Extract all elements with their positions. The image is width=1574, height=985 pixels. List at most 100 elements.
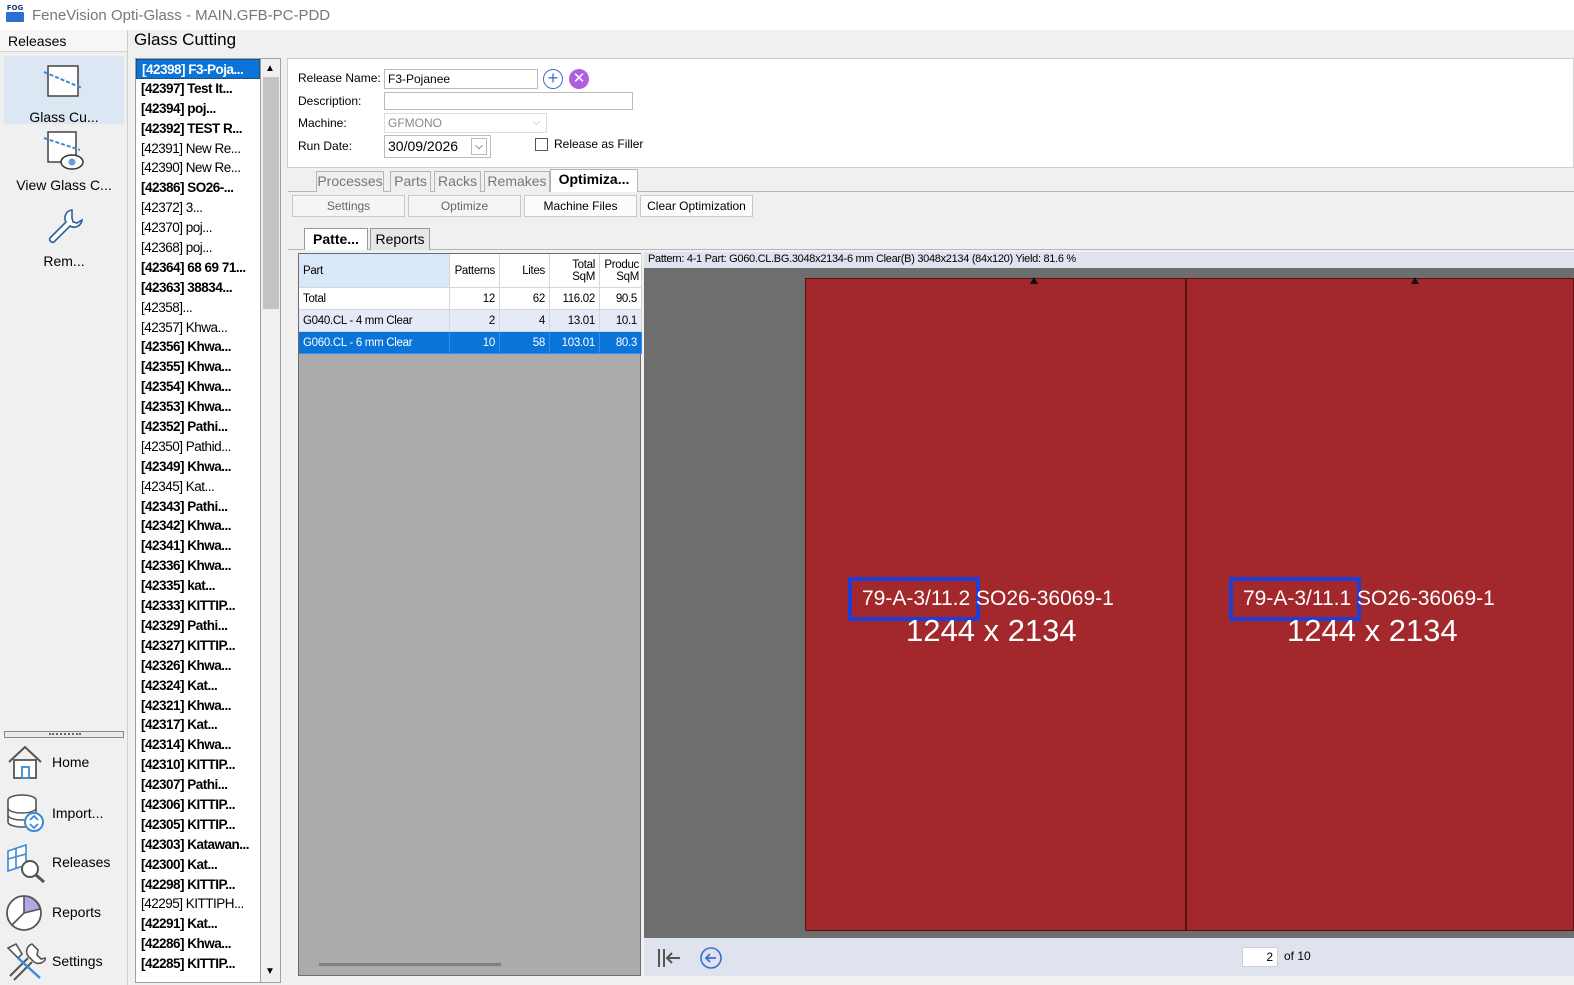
nav-tool-glass-cutting[interactable]: Glass Cu...	[4, 56, 124, 125]
release-list-item[interactable]: [42392] TEST R...	[136, 119, 260, 139]
release-list-item[interactable]: [42291] Kat...	[136, 914, 260, 934]
glass-lite[interactable]: 79-A-3/11.2 SO26-36069-1 1244 x 2134	[805, 277, 1186, 931]
release-list-item[interactable]: [42386] SO26-...	[136, 178, 260, 198]
release-list-item[interactable]: [42355] Khwa...	[136, 357, 260, 377]
nav-button-releases[interactable]: Releases	[0, 838, 128, 886]
release-list-item[interactable]: [42341] Khwa...	[136, 536, 260, 556]
release-list-item[interactable]: [42358]...	[136, 298, 260, 318]
release-list-item[interactable]: [42305] KITTIP...	[136, 815, 260, 835]
release-list-item[interactable]: [42391] New Re...	[136, 139, 260, 159]
machine-select[interactable]: GFMONO ⌵	[384, 113, 547, 133]
grid-horizontal-scrollbar[interactable]	[319, 963, 501, 966]
settings-button[interactable]: Settings	[292, 195, 405, 217]
scroll-up-icon[interactable]: ▲	[264, 63, 276, 75]
glass-lite[interactable]: 79-A-3/11.1 SO26-36069-1 1244 x 2134	[1186, 277, 1574, 931]
release-list-item[interactable]: [42353] Khwa...	[136, 397, 260, 417]
release-list-item[interactable]: [42345] Kat...	[136, 477, 260, 497]
nav-button-reports[interactable]: Reports	[0, 888, 128, 936]
column-header-part[interactable]: Part	[299, 254, 450, 288]
release-list-item[interactable]: [42295] KITTIPH...	[136, 894, 260, 914]
release-list-item[interactable]: [42321] Khwa...	[136, 696, 260, 716]
pattern-preview[interactable]: 79-A-3/11.2 SO26-36069-1 1244 x 2134 79-…	[644, 268, 1574, 938]
nav-tool-view-glass[interactable]: View Glass C...	[4, 126, 124, 194]
release-list-item[interactable]: [42327] KITTIP...	[136, 636, 260, 656]
clear-optimization-button[interactable]: Clear Optimization	[640, 195, 753, 217]
release-list-item[interactable]: [42306] KITTIP...	[136, 795, 260, 815]
release-list-item[interactable]: [42285] KITTIP...	[136, 954, 260, 974]
tab-racks[interactable]: Racks	[434, 171, 481, 192]
release-list-item[interactable]: [42314] Khwa...	[136, 735, 260, 755]
tab-reports[interactable]: Reports	[370, 228, 430, 250]
release-list-item[interactable]: [42349] Khwa...	[136, 457, 260, 477]
scroll-thumb[interactable]	[263, 77, 279, 309]
release-list-item[interactable]: [42310] KITTIP...	[136, 755, 260, 775]
table-row[interactable]: Total 12 62 116.02 90.5	[299, 288, 642, 310]
column-header-patterns[interactable]: Patterns	[450, 254, 500, 288]
release-list[interactable]: [42398] F3-Poja... [42397] Test It... [423…	[135, 58, 261, 983]
release-list-item[interactable]: [42394] poj...	[136, 99, 260, 119]
nav-button-settings[interactable]: Settings	[0, 937, 128, 985]
optimize-button[interactable]: Optimize	[408, 195, 521, 217]
release-list-item[interactable]: [42317] Kat...	[136, 715, 260, 735]
release-list-item[interactable]: [42372] 3...	[136, 198, 260, 218]
release-list-item[interactable]: [42354] Khwa...	[136, 377, 260, 397]
description-input[interactable]	[384, 92, 633, 110]
page-number-input[interactable]: 2	[1242, 947, 1278, 967]
column-header-produced-sqm[interactable]: Produc SqM	[600, 254, 642, 288]
release-list-item[interactable]: [42326] Khwa...	[136, 656, 260, 676]
release-list-item[interactable]: [42356] Khwa...	[136, 337, 260, 357]
release-list-item[interactable]: [42329] Pathi...	[136, 616, 260, 636]
release-list-item[interactable]: [42397] Test It...	[136, 79, 260, 99]
tab-remakes[interactable]: Remakes	[484, 171, 550, 192]
release-list-scrollbar[interactable]: ▲ ▼	[261, 58, 281, 983]
tab-processes[interactable]: Processes	[316, 171, 384, 192]
machine-files-button[interactable]: Machine Files	[524, 195, 637, 217]
release-list-item[interactable]: [42303] Katawan...	[136, 835, 260, 855]
release-list-item[interactable]: [42307] Pathi...	[136, 775, 260, 795]
table-row[interactable]: G040.CL - 4 mm Clear 2 4 13.01 10.1	[299, 310, 642, 332]
previous-page-icon[interactable]	[699, 946, 723, 970]
release-list-item[interactable]: [42298] KITTIP...	[136, 875, 260, 895]
chevron-down-icon[interactable]: ⌵	[471, 138, 487, 155]
window-title: FeneVision Opti-Glass - MAIN.GFB-PC-PDD	[32, 6, 331, 24]
release-list-item[interactable]: [42343] Pathi...	[136, 497, 260, 517]
scroll-down-icon[interactable]: ▼	[264, 966, 276, 978]
release-list-item[interactable]: [42336] Khwa...	[136, 556, 260, 576]
release-as-filler-checkbox[interactable]	[535, 138, 548, 151]
nav-tool-remake[interactable]: Rem...	[4, 202, 124, 270]
table-row[interactable]: G060.CL - 6 mm Clear 10 58 103.01 80.3	[299, 332, 642, 354]
tab-patterns[interactable]: Patte...	[304, 228, 368, 250]
nav-button-import[interactable]: Import...	[0, 789, 128, 837]
column-header-lites[interactable]: Lites	[500, 254, 550, 288]
add-circle-icon[interactable]: +	[543, 69, 563, 89]
nav-button-label: Releases	[52, 854, 111, 870]
release-list-item[interactable]: [42324] Kat...	[136, 676, 260, 696]
run-date-picker[interactable]: 30/09/2026 ⌵	[384, 135, 491, 158]
nav-button-home[interactable]: Home	[0, 738, 128, 786]
release-list-item[interactable]: [42398] F3-Poja...	[136, 59, 260, 79]
nav-splitter[interactable]	[4, 731, 124, 738]
release-list-item[interactable]: [42352] Pathi...	[136, 417, 260, 437]
release-list-item[interactable]: [42342] Khwa...	[136, 516, 260, 536]
cell-produced-sqm: 90.5	[600, 288, 642, 310]
release-list-item[interactable]: [42286] Khwa...	[136, 934, 260, 954]
release-list-item[interactable]: [42333] KITTIP...	[136, 596, 260, 616]
release-list-item[interactable]: [42335] kat...	[136, 576, 260, 596]
release-name-input[interactable]: F3-Pojanee	[384, 69, 538, 89]
release-list-item[interactable]: [42364] 68 69 71...	[136, 258, 260, 278]
column-header-total-sqm[interactable]: Total SqM	[550, 254, 600, 288]
tab-parts[interactable]: Parts	[390, 171, 431, 192]
release-list-item[interactable]: [42357] Khwa...	[136, 318, 260, 338]
release-list-item[interactable]: [42370] poj...	[136, 218, 260, 238]
tab-optimization[interactable]: Optimiza...	[550, 169, 638, 192]
release-list-item[interactable]: [42368] poj...	[136, 238, 260, 258]
cell-patterns: 12	[450, 288, 500, 310]
release-list-item[interactable]: [42350] Pathid...	[136, 437, 260, 457]
first-page-icon[interactable]	[656, 946, 682, 970]
release-list-item[interactable]: [42300] Kat...	[136, 855, 260, 875]
release-list-item[interactable]: [42363] 38834...	[136, 278, 260, 298]
delete-circle-icon[interactable]: ✕	[569, 69, 589, 89]
nav-button-label: Reports	[52, 904, 102, 920]
optimization-toolbar: Settings Optimize Machine Files Clear Op…	[288, 193, 1574, 219]
release-list-item[interactable]: [42390] New Re...	[136, 158, 260, 178]
